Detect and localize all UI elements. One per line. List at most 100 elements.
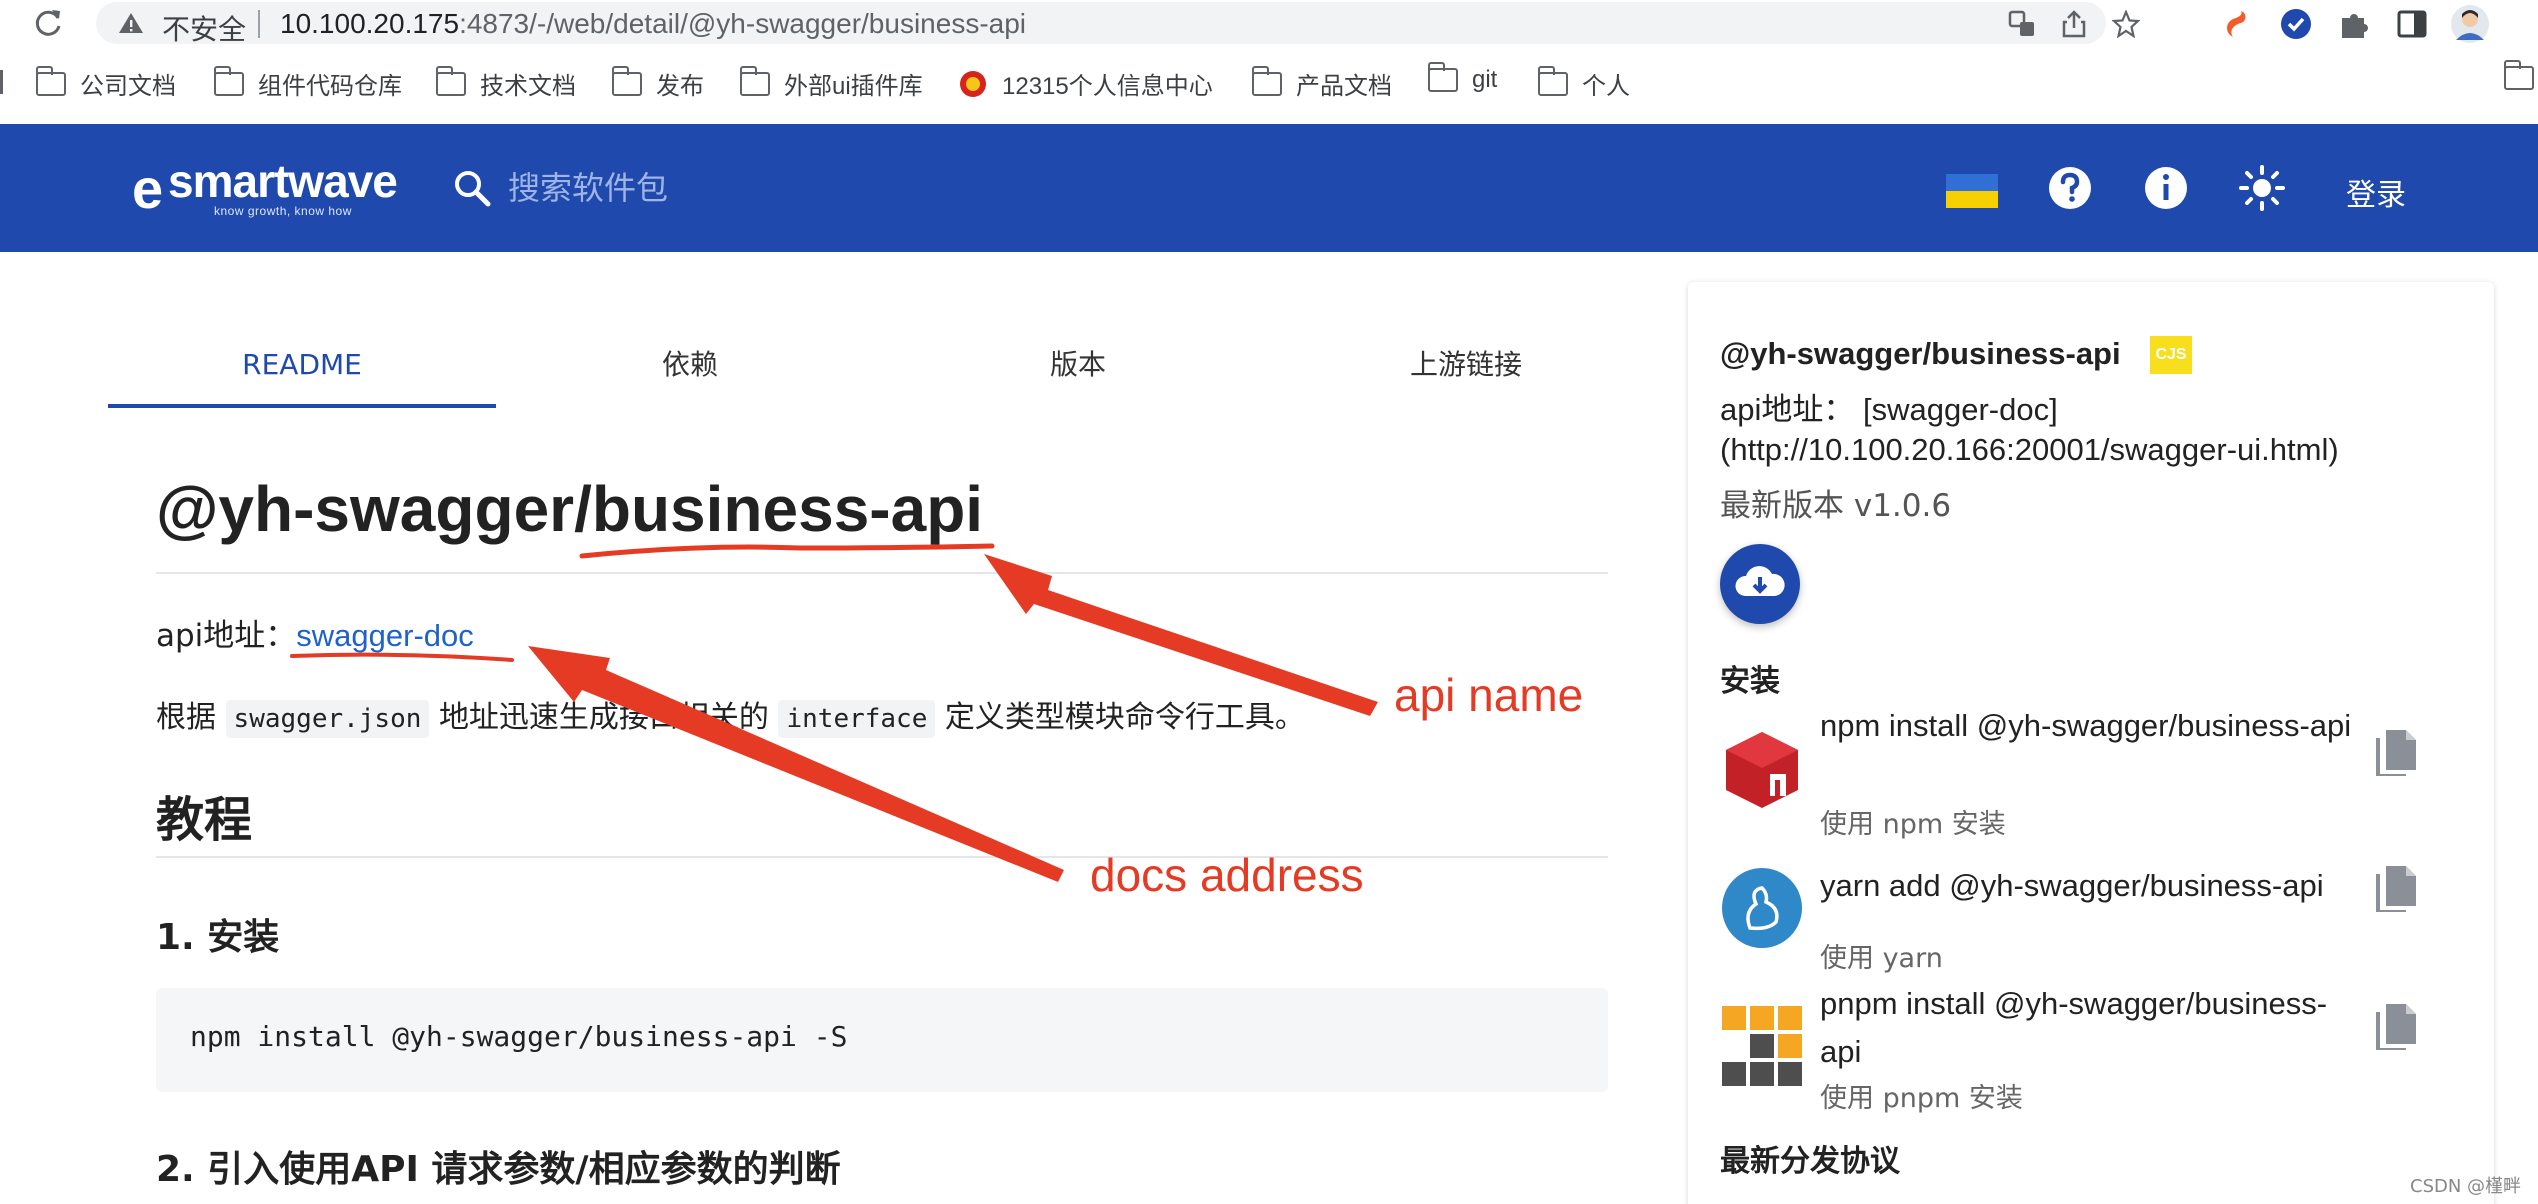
check-badge-icon[interactable]	[2276, 4, 2316, 44]
readme-title: @yh-swagger/business-api	[156, 473, 984, 545]
translate-icon[interactable]	[2006, 8, 2038, 40]
title-underline-stroke	[579, 543, 995, 559]
bookmark-item[interactable]: 发布	[611, 65, 704, 101]
folder-icon	[1427, 62, 1458, 92]
bookmark-item[interactable]: 个人	[1537, 65, 1630, 101]
url-text[interactable]: 10.100.20.175:4873/-/web/detail/@yh-swag…	[280, 8, 1026, 40]
yarn-icon	[1722, 868, 1802, 948]
active-tab-indicator	[108, 404, 496, 408]
link-underline-stroke	[290, 652, 514, 662]
info-icon[interactable]	[2142, 164, 2190, 212]
code-block: npm install @yh-swagger/business-api -S	[156, 988, 1608, 1092]
inline-code: interface	[778, 700, 936, 738]
search-icon	[455, 171, 491, 207]
help-icon[interactable]	[2046, 164, 2094, 212]
copy-icon	[2376, 1004, 2416, 1050]
arrow-docs-address	[528, 646, 1064, 882]
app-header: e smartwave know growth, know how 搜索软件包 …	[0, 124, 2538, 252]
divider	[156, 572, 1608, 574]
folder-icon	[2503, 60, 2534, 90]
folder-icon	[1251, 65, 1282, 96]
bookmark-label: 外部ui插件库	[784, 73, 923, 100]
bookmark-item[interactable]: git	[1427, 62, 1498, 94]
emblem-icon	[960, 70, 986, 97]
bookmark-label: 12315个人信息中心	[1002, 73, 1213, 100]
watermark: CSDN @槿畔	[2410, 1176, 2522, 1197]
tab-upstream-links[interactable]: 上游链接	[1272, 340, 1660, 410]
yarn-install-command: yarn add @yh-swagger/business-api	[1820, 868, 2324, 903]
bookmarks-edge	[0, 70, 6, 94]
package-sidebar: @yh-swagger/business-api CJS api地址： [swa…	[1688, 282, 2494, 1204]
bookmark-item[interactable]: 技术文档	[435, 65, 576, 101]
star-icon[interactable]	[2110, 8, 2142, 40]
npm-install-caption: 使用 npm 安装	[1820, 809, 2006, 840]
pnpm-icon	[1722, 1006, 1802, 1086]
copy-npm-button[interactable]	[2372, 726, 2418, 778]
latest-version: 最新版本 v1.0.6	[1720, 488, 1952, 524]
profile-avatar-icon[interactable]	[2450, 4, 2490, 44]
puzzle-icon[interactable]	[2334, 4, 2374, 44]
divider	[156, 856, 1608, 858]
cjs-badge: CJS	[2150, 336, 2192, 374]
tab-readme[interactable]: README	[108, 340, 496, 410]
bookmark-item[interactable]: 12315个人信息中心	[958, 66, 1213, 101]
tab-versions[interactable]: 版本	[884, 340, 1272, 410]
divider	[258, 10, 260, 38]
theme-toggle-sun-icon[interactable]	[2238, 164, 2286, 212]
logo[interactable]: e smartwave know growth, know how	[132, 150, 432, 230]
logo-e-glyph: e	[132, 157, 164, 220]
install-command-code: npm install @yh-swagger/business-api -S	[190, 1020, 848, 1053]
search-input[interactable]	[508, 162, 1008, 214]
url-path: :4873/-/web/detail/@yh-swagger/business-…	[459, 8, 1027, 39]
reload-icon[interactable]	[30, 4, 66, 40]
install-heading: 安装	[1720, 664, 1780, 699]
browser-toolbar: 不安全 10.100.20.175:4873/-/web/detail/@yh-…	[0, 0, 2538, 48]
login-button[interactable]: 登录	[2346, 170, 2406, 214]
copy-icon	[2376, 866, 2416, 912]
logo-tagline: know growth, know how	[214, 204, 352, 218]
pnpm-install-command: pnpm install @yh-swagger/business-api	[1820, 986, 2328, 1069]
bookmark-item[interactable]: 产品文档	[1251, 65, 1392, 101]
npm-icon	[1726, 732, 1798, 808]
sidebar-api-line: api地址： [swagger-doc]	[1720, 392, 2058, 427]
swagger-doc-link[interactable]: swagger-doc	[296, 618, 473, 653]
api-address-line: api地址：swagger-doc	[156, 610, 474, 655]
tab-dependencies[interactable]: 依赖	[496, 340, 884, 410]
bookmark-item[interactable]: 组件代码仓库	[213, 65, 402, 101]
ukraine-flag-icon[interactable]	[1946, 174, 1998, 208]
heading-tutorial: 教程	[156, 792, 253, 848]
sidebar-api-url: (http://10.100.20.166:20001/swagger-ui.h…	[1720, 432, 2339, 467]
logo-text: smartwave	[168, 155, 398, 207]
bookmarks-bar: 公司文档 组件代码仓库 技术文档 发布 外部ui插件库 12315个人信息中心 …	[0, 60, 2538, 106]
folder-icon	[739, 65, 770, 96]
pnpm-install-caption: 使用 pnpm 安装	[1820, 1083, 2023, 1114]
heading-install: 1. 安装	[156, 917, 280, 958]
folder-icon	[213, 65, 244, 96]
warning-icon	[119, 13, 143, 33]
desc-prefix: 根据	[156, 700, 216, 735]
cloud-download-icon	[1735, 566, 1785, 596]
extension-icon[interactable]	[2218, 4, 2258, 44]
copy-pnpm-button[interactable]	[2372, 1000, 2418, 1052]
desc-mid: 地址迅速生成接口相关的	[438, 700, 769, 735]
bookmark-item[interactable]: 公司文档	[35, 65, 176, 101]
download-button[interactable]	[1720, 544, 1800, 624]
heading-usage: 2. 引入使用API 请求参数/相应参数的判断	[156, 1149, 841, 1190]
bookmark-item[interactable]	[2503, 60, 2534, 90]
address-bar[interactable]: 不安全 10.100.20.175:4873/-/web/detail/@yh-…	[96, 2, 2140, 45]
copy-yarn-button[interactable]	[2372, 862, 2418, 914]
bookmark-label: git	[1472, 66, 1498, 93]
bookmark-item[interactable]: 外部ui插件库	[739, 65, 923, 101]
sidepanel-icon[interactable]	[2392, 4, 2432, 44]
folder-icon	[1537, 65, 1568, 96]
readme-description: 根据 swagger.json 地址迅速生成接口相关的 interface 定义…	[156, 692, 1305, 738]
share-icon[interactable]	[2058, 8, 2090, 40]
folder-icon	[611, 65, 642, 96]
security-status[interactable]: 不安全	[162, 8, 246, 48]
license-heading: 最新分发协议	[1720, 1144, 1900, 1179]
folder-icon	[35, 65, 66, 96]
folder-icon	[435, 65, 466, 96]
bookmark-label: 产品文档	[1296, 73, 1392, 100]
sidebar-package-name: @yh-swagger/business-api	[1720, 336, 2121, 371]
inline-code: swagger.json	[225, 700, 430, 738]
